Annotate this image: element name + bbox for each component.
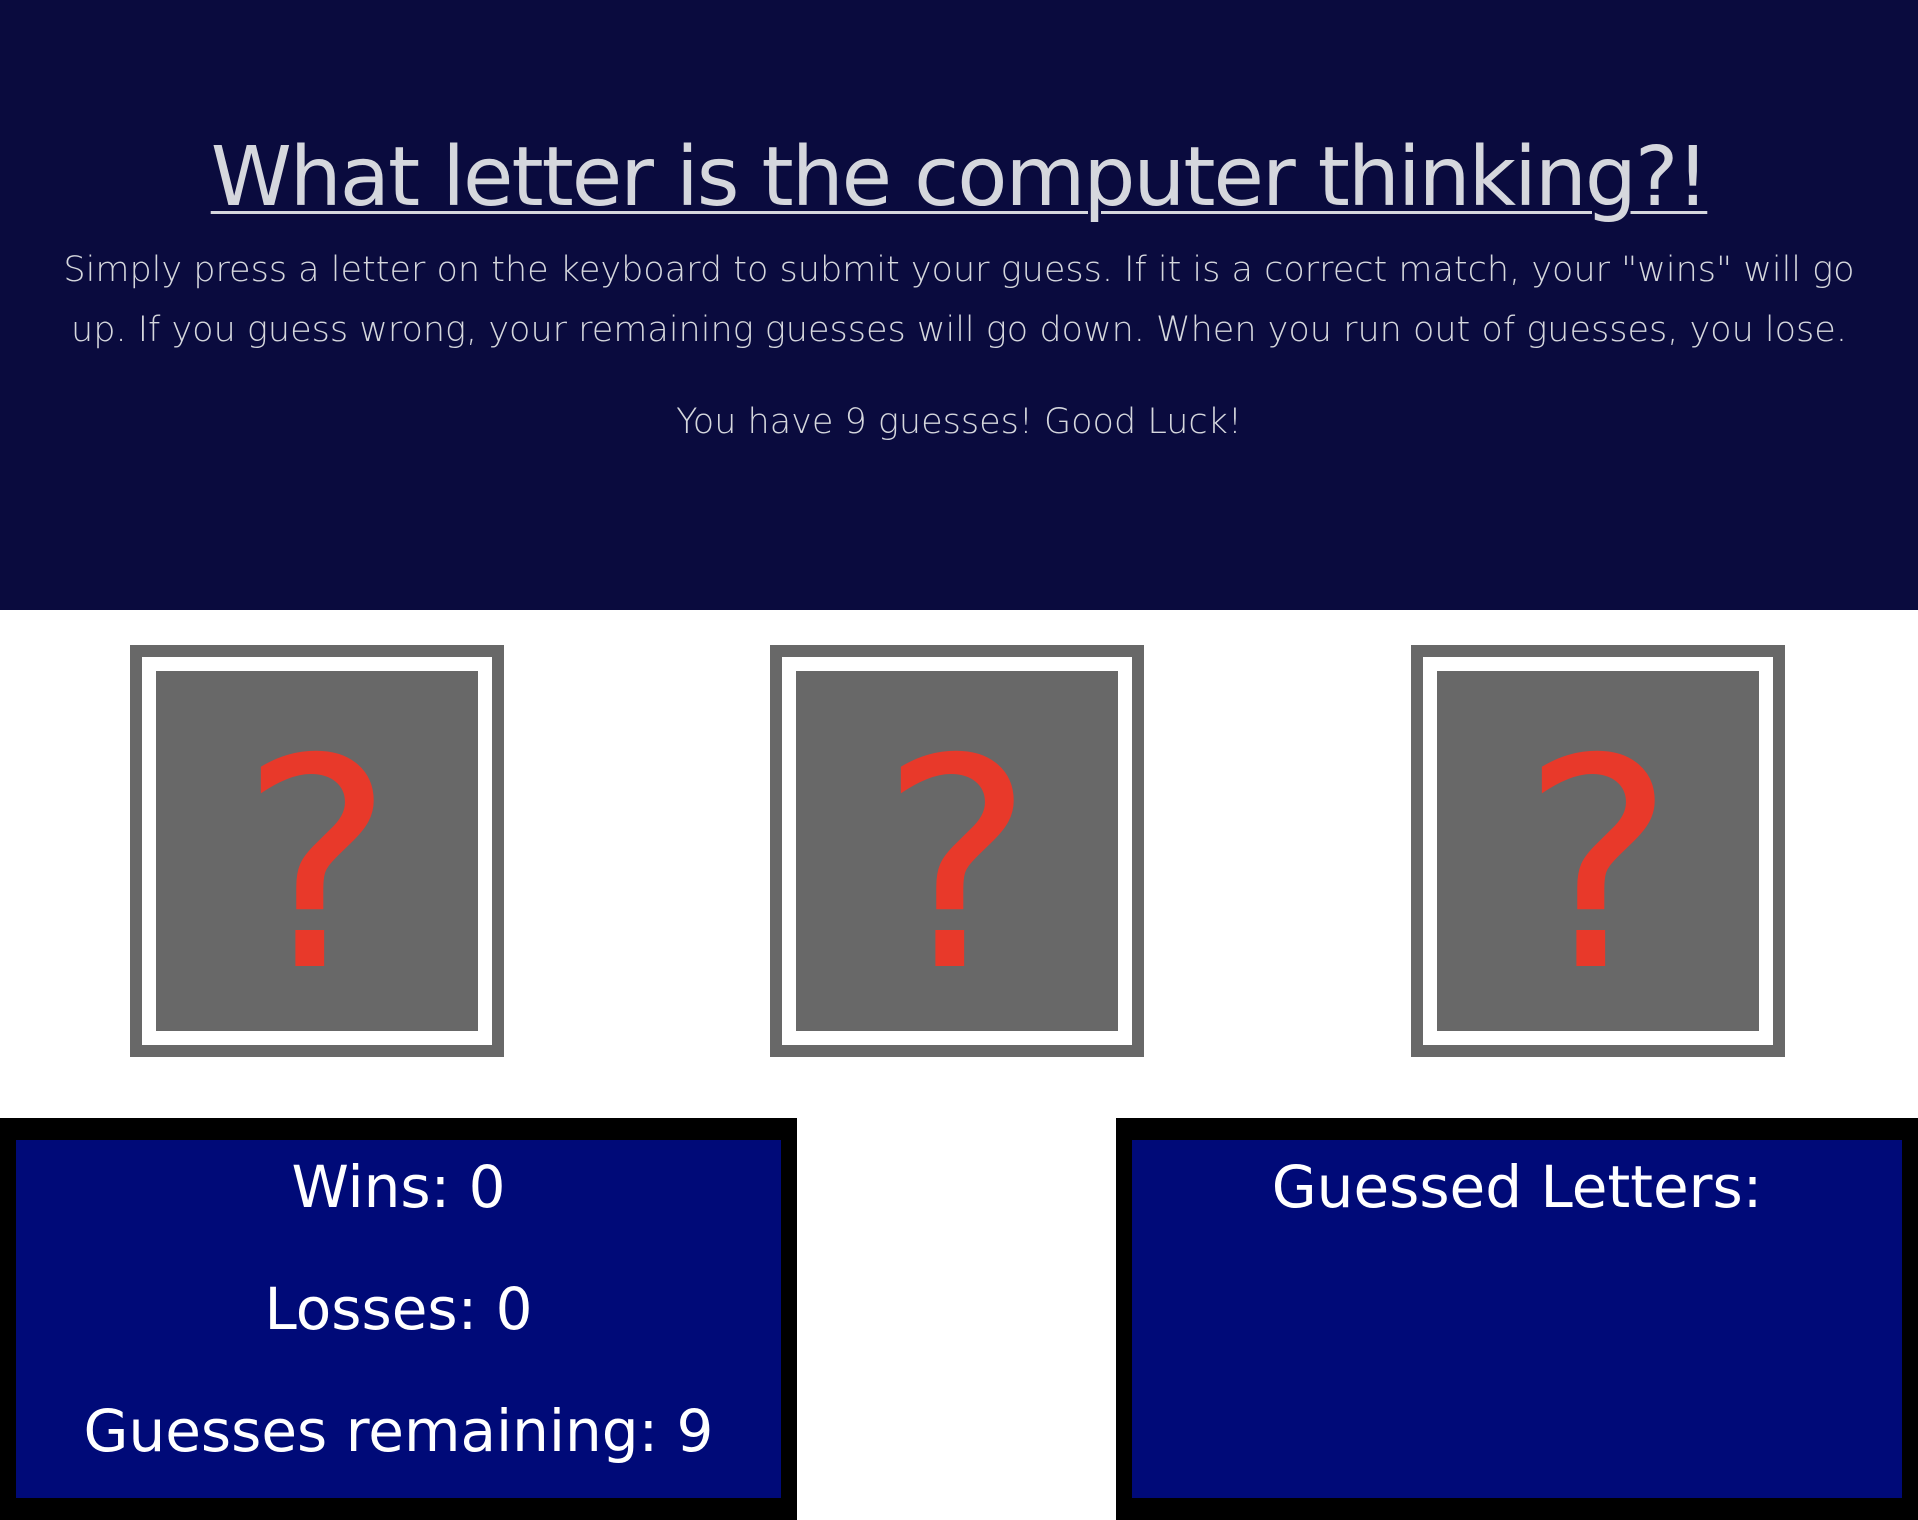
page-title: What letter is the computer thinking?!: [210, 130, 1710, 225]
question-mark-icon: ?: [880, 698, 1034, 1031]
losses-counter: Losses: 0: [264, 1275, 533, 1343]
guessed-letters-panel: Guessed Letters:: [1116, 1118, 1918, 1520]
mystery-card-3: ?: [1411, 645, 1785, 1057]
svg-text:?: ?: [1521, 698, 1675, 1031]
question-mark-icon: ?: [240, 698, 394, 1031]
question-mark-icon: ?: [1521, 698, 1675, 1031]
mystery-card-2: ?: [770, 645, 1144, 1057]
svg-text:?: ?: [240, 698, 394, 1031]
guessed-letters-title: Guessed Letters:: [1271, 1153, 1763, 1221]
header-section: What letter is the computer thinking?! S…: [0, 0, 1918, 610]
instructions-text: Simply press a letter on the keyboard to…: [63, 250, 1855, 350]
svg-text:?: ?: [880, 698, 1034, 1031]
score-panel: Wins: 0 Losses: 0 Guesses remaining: 9: [0, 1118, 797, 1520]
good-luck-text: You have 9 guesses! Good Luck!: [676, 402, 1242, 442]
wins-counter: Wins: 0: [291, 1153, 506, 1221]
guesses-remaining-counter: Guesses remaining: 9: [83, 1397, 714, 1465]
mystery-card-1: ?: [130, 645, 504, 1057]
